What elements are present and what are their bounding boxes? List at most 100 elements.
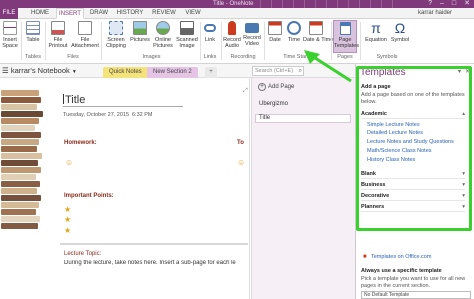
tab-insert[interactable]: INSERT: [56, 8, 84, 19]
pictures-button[interactable]: Pictures: [129, 21, 151, 43]
page-list: [251, 78, 355, 299]
notebook-name[interactable]: ☰ karrar's Notebook ▼: [2, 66, 77, 75]
notebook-bar: ☰ karrar's Notebook ▼ Quick Notes New Se…: [0, 64, 355, 78]
search-placeholder: Search (Ctrl+E): [255, 68, 294, 74]
online-pictures-button[interactable]: Online Pictures: [151, 21, 175, 49]
date-time-label: Date & Time: [303, 37, 334, 43]
time-button[interactable]: Time: [285, 21, 303, 43]
category-academic[interactable]: Academic ▴: [361, 111, 465, 119]
section-tab-quick-notes[interactable]: Quick Notes: [103, 67, 148, 78]
online-pictures-label: Online Pictures: [153, 37, 173, 49]
category-label: Business: [361, 182, 386, 188]
page-time: 6:32 PM: [132, 112, 153, 118]
plus-icon: +: [258, 83, 266, 91]
record-video-button[interactable]: Record Video: [243, 21, 261, 47]
office-icon: ■: [363, 254, 367, 260]
microphone-icon: [228, 21, 236, 35]
maximize-button[interactable]: □: [452, 0, 456, 8]
file-attachment-button[interactable]: File Attachment: [71, 21, 99, 49]
screen-clipping-button[interactable]: Screen Clipping: [104, 21, 128, 49]
add-a-page-description: Add a page based on one of the templates…: [361, 92, 465, 105]
add-section-button[interactable]: +: [205, 67, 217, 78]
minimize-button[interactable]: –: [440, 0, 444, 8]
page-templates-button[interactable]: Page Templates: [333, 20, 359, 53]
page-title-field[interactable]: Title: [63, 94, 183, 107]
record-video-label: Record Video: [243, 35, 261, 47]
close-button[interactable]: ✕: [464, 0, 470, 8]
date-time-button[interactable]: Date & Time: [303, 21, 334, 43]
template-link[interactable]: Simple Lecture Notes: [367, 122, 420, 128]
template-link[interactable]: Math/Science Class Notes: [367, 148, 432, 154]
pictures-icon: [133, 21, 147, 35]
video-camera-icon: [245, 23, 259, 33]
user-name[interactable]: karrar haider: [418, 8, 452, 19]
table-button[interactable]: Table: [24, 21, 42, 43]
search-input[interactable]: Search (Ctrl+E) ⌕: [252, 66, 304, 76]
group-time-stamp: Time Stamp: [283, 54, 313, 60]
category-decorative[interactable]: Decorative ▾: [361, 193, 465, 201]
ribbon-separator: [264, 22, 265, 60]
date-time-icon: [309, 21, 323, 35]
equation-label: Equation: [365, 37, 387, 43]
tab-history[interactable]: HISTORY: [114, 8, 146, 19]
scanned-image-button[interactable]: Scanned Image: [175, 21, 199, 49]
file-printout-label: File Printout: [48, 37, 68, 49]
help-button[interactable]: ?: [428, 0, 432, 8]
screen-clipping-icon: [109, 21, 123, 35]
section-divider: [60, 243, 248, 245]
pane-controls: ▾ ✕: [458, 68, 470, 75]
group-images: Images: [142, 54, 161, 60]
group-files: Files: [67, 54, 79, 60]
chevron-down-icon: ▼: [71, 69, 77, 75]
expand-icon[interactable]: ⤢: [243, 88, 248, 95]
tab-file[interactable]: FILE: [0, 8, 18, 19]
ribbon-separator: [360, 22, 361, 60]
tab-review[interactable]: REVIEW: [150, 8, 178, 19]
file-printout-button[interactable]: File Printout: [47, 21, 69, 49]
category-label: Blank: [361, 171, 376, 177]
tab-view[interactable]: VIEW: [182, 8, 204, 19]
insert-space-button[interactable]: Insert Space: [1, 21, 19, 49]
chevron-up-icon: ▴: [462, 111, 465, 117]
notebook-back-icon[interactable]: ☰: [2, 66, 11, 75]
table-label: Table: [26, 37, 40, 43]
templates-pane: Templates ▾ ✕ Add a page Add a page base…: [355, 64, 474, 299]
ribbon: Insert Space Table Tables File Printout …: [0, 19, 474, 64]
smiley-icon: ☺: [237, 158, 246, 167]
ribbon-separator: [101, 22, 102, 60]
category-business[interactable]: Business ▾: [361, 182, 465, 190]
template-link[interactable]: Detailed Lecture Notes: [367, 130, 423, 136]
chevron-down-icon[interactable]: ▾: [458, 68, 461, 75]
page-title: Title: [65, 94, 86, 106]
group-pages: Pages: [337, 54, 353, 60]
link-label: Link: [204, 37, 216, 43]
tab-home[interactable]: HOME: [28, 8, 52, 19]
time-label: Time: [287, 37, 301, 43]
equation-button[interactable]: π Equation: [363, 21, 389, 43]
date-button[interactable]: Date: [266, 21, 284, 43]
category-blank[interactable]: Blank ▾: [361, 171, 465, 179]
clock-icon: [287, 21, 301, 35]
group-tables: Tables: [25, 54, 41, 60]
insert-space-label: Insert Space: [2, 37, 18, 49]
default-template-select[interactable]: No Default Template: [361, 291, 471, 299]
record-audio-button[interactable]: Record Audio: [223, 21, 241, 49]
page-list-item-selected[interactable]: Title: [255, 114, 351, 123]
symbol-button[interactable]: Ω Symbol: [389, 21, 411, 43]
link-button[interactable]: Link: [202, 21, 218, 43]
window-title: Title - OneNote: [213, 1, 254, 7]
group-links: Links: [203, 54, 217, 60]
templates-header: Templates: [360, 67, 406, 78]
ribbon-tabs: FILE HOME INSERT DRAW HISTORY REVIEW VIE…: [0, 8, 474, 19]
close-icon[interactable]: ✕: [465, 68, 470, 75]
template-link[interactable]: History Class Notes: [367, 157, 415, 163]
screen-clipping-label: Screen Clipping: [106, 37, 126, 49]
pictures-label: Pictures: [130, 37, 150, 43]
tab-draw[interactable]: DRAW: [88, 8, 110, 19]
templates-office-link[interactable]: Templates on Office.com: [371, 254, 431, 260]
template-link[interactable]: Lecture Notes and Study Questions: [367, 139, 454, 145]
category-planners[interactable]: Planners ▾: [361, 204, 465, 212]
add-page-button[interactable]: + Add Page: [258, 83, 294, 91]
page-list-item[interactable]: Ubergizmo: [259, 101, 288, 107]
section-tab-new-section-2[interactable]: New Section 2: [147, 67, 198, 78]
